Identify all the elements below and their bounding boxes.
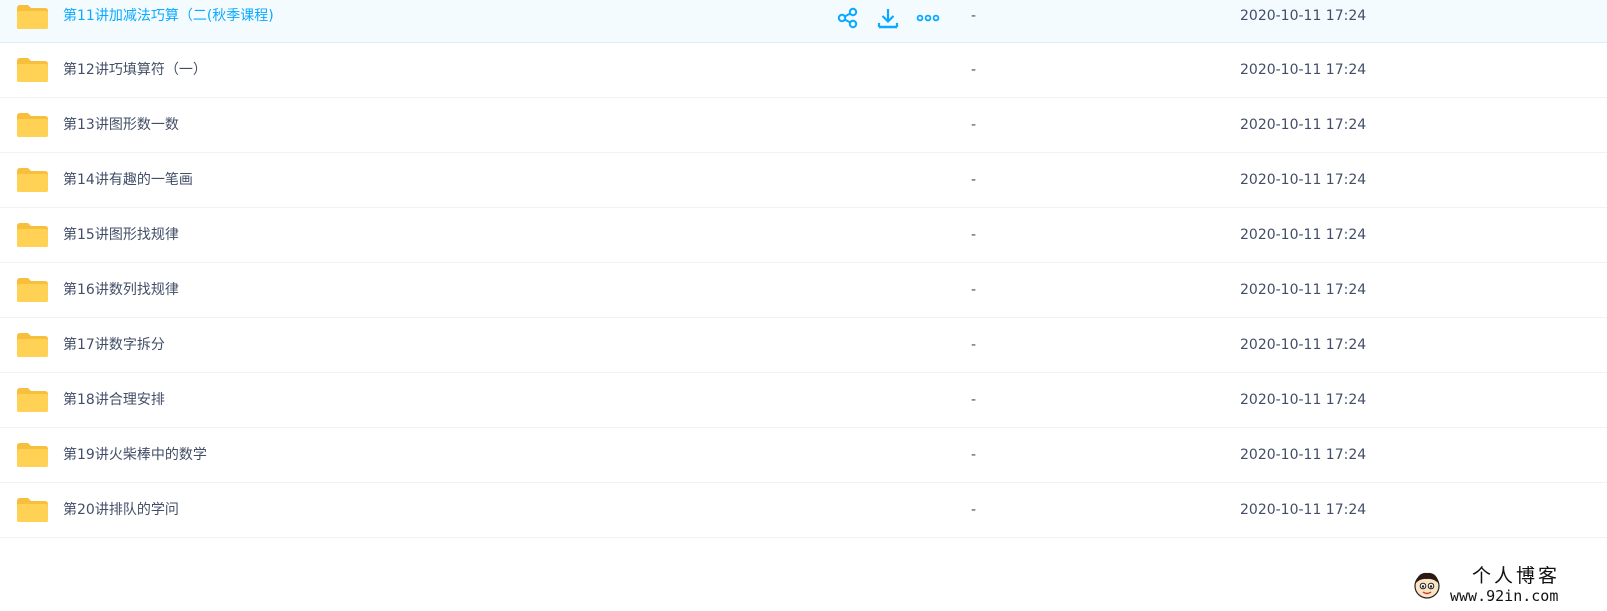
file-modified: 2020-10-11 17:24 <box>1240 502 1367 518</box>
file-row[interactable]: 第14讲有趣的一笔画 - 2020-10-11 17:24 <box>0 153 1607 208</box>
file-row[interactable]: 第11讲加减法巧算（二(秋季课程) - 2020-10-11 17:24 <box>0 0 1607 43</box>
folder-icon <box>17 498 48 522</box>
file-modified: 2020-10-11 17:24 <box>1240 447 1367 463</box>
folder-icon <box>17 113 48 137</box>
folder-icon <box>17 278 48 302</box>
folder-icon <box>17 5 48 29</box>
file-size: - <box>971 227 977 243</box>
file-size: - <box>971 447 977 463</box>
file-modified: 2020-10-11 17:24 <box>1240 172 1367 188</box>
file-name[interactable]: 第18讲合理安排 <box>63 390 165 410</box>
row-actions <box>836 6 940 30</box>
folder-icon <box>17 58 48 82</box>
file-name[interactable]: 第11讲加减法巧算（二(秋季课程) <box>63 6 274 26</box>
watermark: 个人博客 www.92in.com <box>1412 566 1602 608</box>
watermark-title: 个人博客 <box>1472 565 1561 587</box>
file-name[interactable]: 第15讲图形找规律 <box>63 225 179 245</box>
file-size: - <box>971 117 977 133</box>
file-name[interactable]: 第19讲火柴棒中的数学 <box>63 445 207 465</box>
file-name[interactable]: 第13讲图形数一数 <box>63 115 179 135</box>
file-size: - <box>971 172 977 188</box>
folder-icon <box>17 388 48 412</box>
cartoon-avatar-icon <box>1414 572 1440 599</box>
file-row[interactable]: 第16讲数列找规律 - 2020-10-11 17:24 <box>0 263 1607 318</box>
folder-icon <box>17 168 48 192</box>
file-row[interactable]: 第13讲图形数一数 - 2020-10-11 17:24 <box>0 98 1607 153</box>
file-modified: 2020-10-11 17:24 <box>1240 337 1367 353</box>
file-name[interactable]: 第12讲巧填算符（一） <box>63 60 207 80</box>
folder-icon <box>17 443 48 467</box>
folder-icon <box>17 223 48 247</box>
file-row[interactable]: 第15讲图形找规律 - 2020-10-11 17:24 <box>0 208 1607 263</box>
file-row[interactable]: 第12讲巧填算符（一） - 2020-10-11 17:24 <box>0 43 1607 98</box>
file-modified: 2020-10-11 17:24 <box>1240 117 1367 133</box>
file-row[interactable]: 第19讲火柴棒中的数学 - 2020-10-11 17:24 <box>0 428 1607 483</box>
file-size: - <box>971 337 977 353</box>
file-row[interactable]: 第17讲数字拆分 - 2020-10-11 17:24 <box>0 318 1607 373</box>
file-size: - <box>971 502 977 518</box>
watermark-url: www.92in.com <box>1450 587 1559 605</box>
file-modified: 2020-10-11 17:24 <box>1240 227 1367 243</box>
file-name[interactable]: 第14讲有趣的一笔画 <box>63 170 193 190</box>
file-size: - <box>971 282 977 298</box>
file-modified: 2020-10-11 17:24 <box>1240 392 1367 408</box>
file-name[interactable]: 第20讲排队的学问 <box>63 500 179 520</box>
file-row[interactable]: 第20讲排队的学问 - 2020-10-11 17:24 <box>0 483 1607 538</box>
file-row[interactable]: 第18讲合理安排 - 2020-10-11 17:24 <box>0 373 1607 428</box>
file-size: - <box>971 62 977 78</box>
file-name[interactable]: 第16讲数列找规律 <box>63 280 179 300</box>
file-modified: 2020-10-11 17:24 <box>1240 8 1367 24</box>
file-name[interactable]: 第17讲数字拆分 <box>63 335 165 355</box>
folder-icon <box>17 333 48 357</box>
file-size: - <box>971 8 977 24</box>
share-icon[interactable] <box>836 6 860 30</box>
download-icon[interactable] <box>876 6 900 30</box>
file-size: - <box>971 392 977 408</box>
more-icon[interactable] <box>916 6 940 30</box>
file-modified: 2020-10-11 17:24 <box>1240 62 1367 78</box>
file-modified: 2020-10-11 17:24 <box>1240 282 1367 298</box>
